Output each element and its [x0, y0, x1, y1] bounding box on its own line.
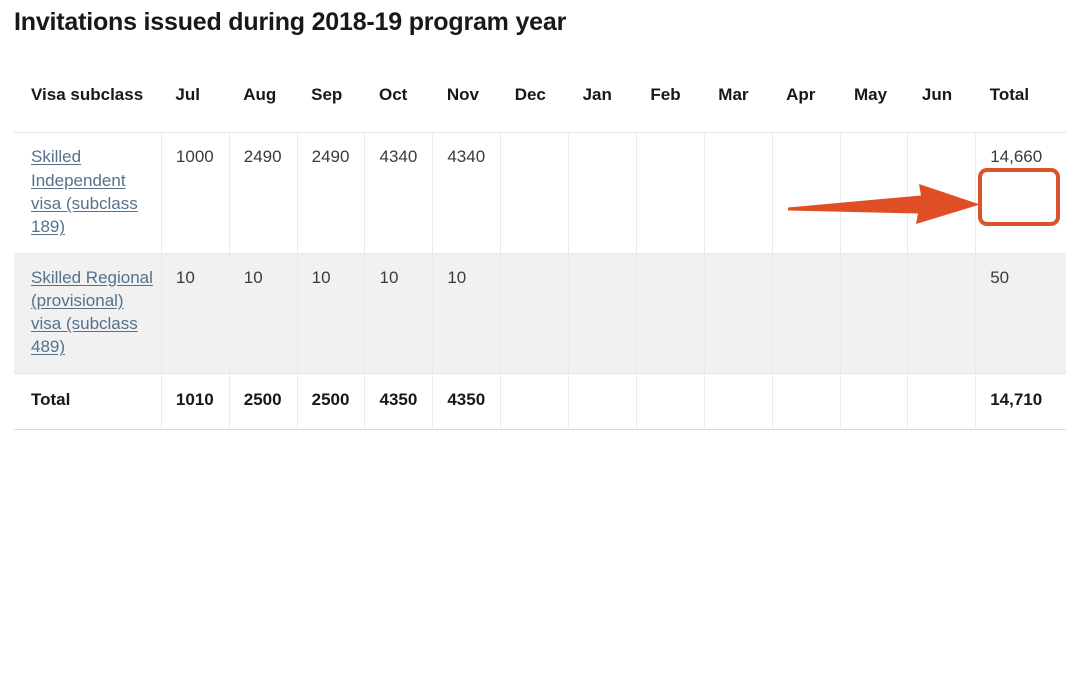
cell-total-aug: 2500	[229, 373, 298, 430]
cell-oct: 10	[364, 253, 434, 374]
invitations-table: Visa subclass Jul Aug Sep Oct Nov Dec Ja…	[14, 62, 1066, 430]
column-header-aug: Aug	[229, 62, 298, 134]
column-header-total: Total	[975, 62, 1066, 134]
table-row-total: Total 1010 2500 2500 4350 4350 14,710	[14, 373, 1066, 430]
column-header-jul: Jul	[161, 62, 230, 134]
cell-total-nov: 4350	[432, 373, 502, 430]
cell-total-dec	[500, 373, 570, 430]
column-header-dec: Dec	[500, 62, 569, 134]
column-header-visa-subclass: Visa subclass	[14, 62, 162, 134]
cell-total-sep: 2500	[297, 373, 366, 430]
visa-subclass-189-link[interactable]: Skilled Independent visa (subclass 189)	[31, 147, 138, 236]
cell-total-jun	[907, 373, 977, 430]
cell-total-highlighted: 14,660	[975, 132, 1066, 254]
page-title: Invitations issued during 2018-19 progra…	[14, 8, 567, 36]
column-header-nov: Nov	[432, 62, 501, 134]
cell-total-may	[840, 373, 909, 430]
cell-sep: 2490	[297, 132, 366, 254]
cell-total-oct: 4350	[364, 373, 434, 430]
cell-grand-total: 14,710	[975, 373, 1066, 430]
table-container: Visa subclass Jul Aug Sep Oct Nov Dec Ja…	[14, 62, 1066, 430]
cell-total-jul: 1010	[161, 373, 230, 430]
cell-total-apr	[772, 373, 841, 430]
table-row: Skilled Regional (provisional) visa (sub…	[14, 253, 1066, 374]
column-header-sep: Sep	[297, 62, 365, 134]
visa-subclass-489-link[interactable]: Skilled Regional (provisional) visa (sub…	[31, 268, 153, 357]
cell-nov: 10	[432, 253, 502, 374]
cell-feb	[636, 132, 705, 254]
cell-total-jan	[568, 373, 637, 430]
table-header: Visa subclass Jul Aug Sep Oct Nov Dec Ja…	[14, 62, 1066, 134]
column-header-apr: Apr	[772, 62, 840, 134]
column-header-mar: Mar	[704, 62, 773, 134]
cell-jun	[907, 253, 977, 374]
row-label-cell: Skilled Regional (provisional) visa (sub…	[14, 253, 162, 374]
cell-nov: 4340	[432, 132, 502, 254]
cell-total: 50	[975, 253, 1066, 374]
cell-feb	[636, 253, 705, 374]
cell-jul: 1000	[161, 132, 230, 254]
cell-jun	[907, 132, 977, 254]
column-header-oct: Oct	[364, 62, 433, 134]
cell-jan	[568, 132, 637, 254]
cell-apr	[772, 253, 841, 374]
cell-oct: 4340	[364, 132, 434, 254]
cell-total-mar	[704, 373, 773, 430]
column-header-jun: Jun	[907, 62, 976, 134]
column-header-feb: Feb	[636, 62, 705, 134]
cell-mar	[704, 253, 773, 374]
row-label-total: Total	[14, 373, 162, 430]
cell-aug: 2490	[229, 132, 298, 254]
column-header-may: May	[840, 62, 908, 134]
cell-total-feb	[636, 373, 705, 430]
cell-sep: 10	[297, 253, 366, 374]
cell-may	[840, 132, 909, 254]
cell-may	[840, 253, 909, 374]
cell-jul: 10	[161, 253, 230, 374]
row-label-cell: Skilled Independent visa (subclass 189)	[14, 132, 162, 254]
cell-jan	[568, 253, 637, 374]
cell-apr	[772, 132, 841, 254]
column-header-jan: Jan	[568, 62, 637, 134]
table-body: Skilled Independent visa (subclass 189) …	[14, 132, 1066, 430]
table-header-row: Visa subclass Jul Aug Sep Oct Nov Dec Ja…	[14, 62, 1066, 134]
cell-dec	[500, 253, 570, 374]
cell-mar	[704, 132, 773, 254]
cell-aug: 10	[229, 253, 298, 374]
table-row: Skilled Independent visa (subclass 189) …	[14, 132, 1066, 254]
cell-dec	[500, 132, 570, 254]
